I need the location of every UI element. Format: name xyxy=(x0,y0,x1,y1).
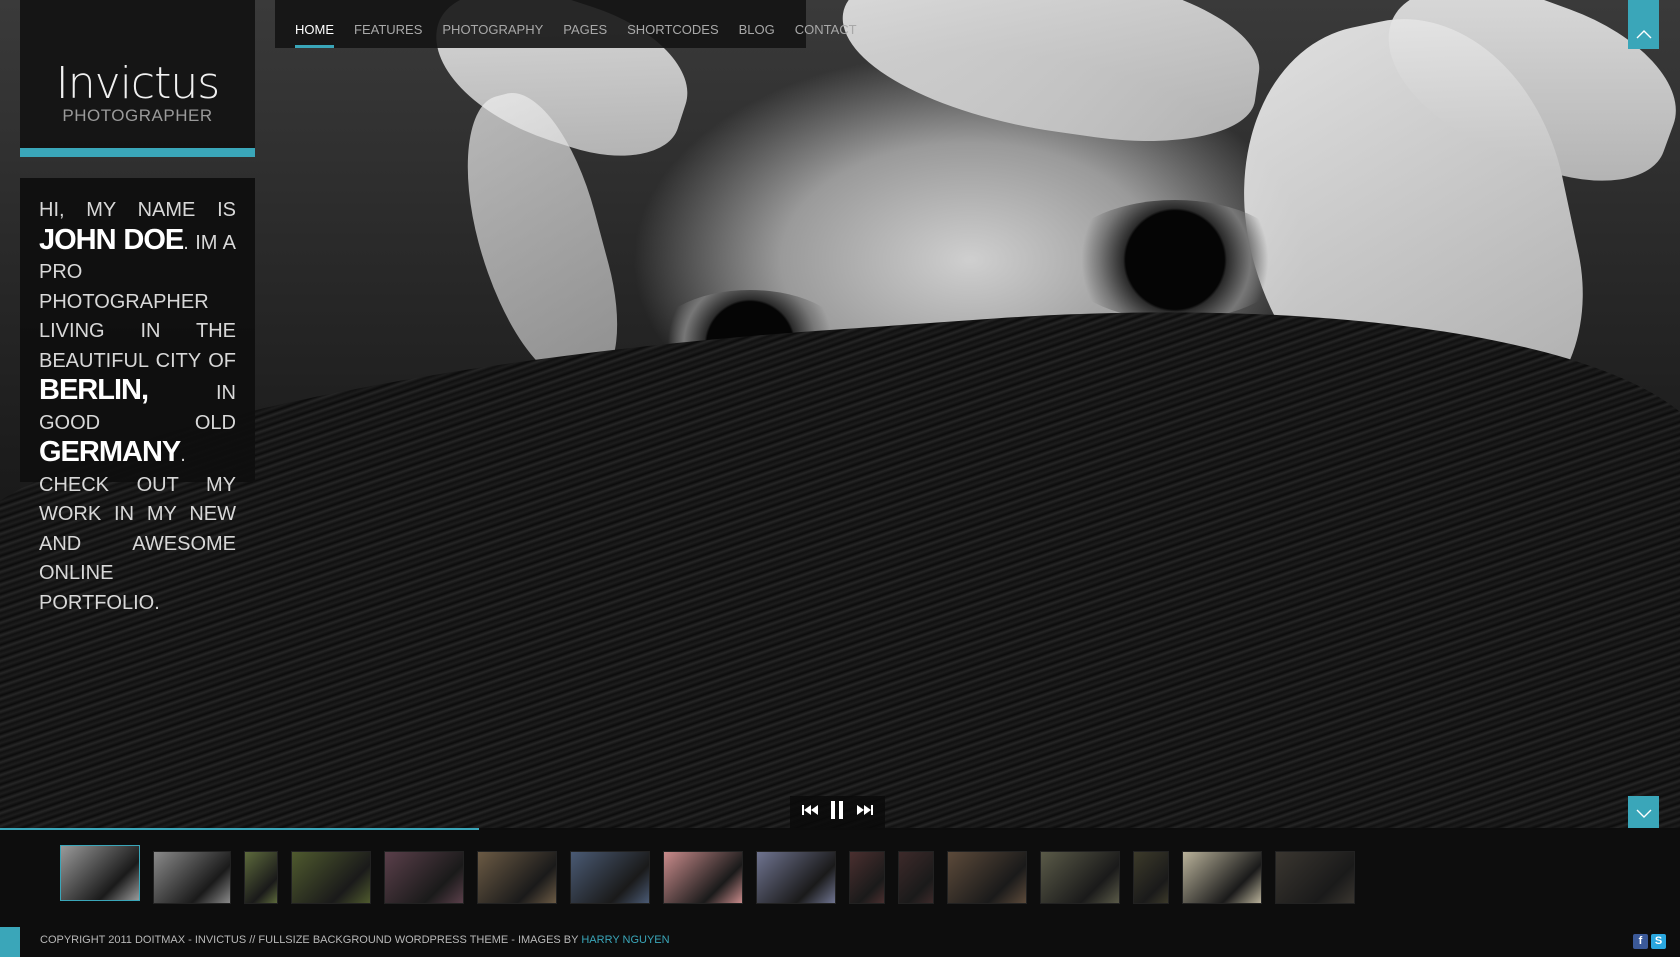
intro-city: BERLIN, xyxy=(39,374,149,406)
photographer-credit-link[interactable]: HARRY NGUYEN xyxy=(581,934,669,946)
nav-item-blog[interactable]: BLOG xyxy=(739,0,775,48)
thumbnail-image xyxy=(571,852,649,903)
intro-country: GERMANY xyxy=(39,436,181,468)
thumbnail-image xyxy=(154,852,230,903)
thumbnail-image xyxy=(664,852,742,903)
thumbnail-item[interactable] xyxy=(60,845,140,901)
slideshow-controls xyxy=(790,796,885,828)
thumbnail-item[interactable] xyxy=(663,851,743,904)
chevron-up-icon xyxy=(1636,30,1651,39)
logo-title: Invictus xyxy=(55,58,220,109)
nav-item-pages[interactable]: PAGES xyxy=(563,0,607,48)
scroll-up-button[interactable] xyxy=(1628,0,1659,49)
thumbnail-image xyxy=(245,852,277,903)
logo-subtitle: PHOTOGRAPHER xyxy=(62,106,213,125)
thumbnail-item[interactable] xyxy=(756,851,836,904)
nav-item-photography[interactable]: PHOTOGRAPHY xyxy=(442,0,543,48)
intro-panel: Hi, my name is JOHN DOE. Im a pro photog… xyxy=(20,178,255,614)
intro-text: Hi, my name is JOHN DOE. Im a pro photog… xyxy=(39,196,236,618)
thumbnail-image xyxy=(757,852,835,903)
thumbnail-item[interactable] xyxy=(1275,851,1355,904)
thumbnail-item[interactable] xyxy=(244,851,278,904)
thumbnail-image xyxy=(1134,852,1168,903)
thumbnail-image xyxy=(292,852,370,903)
thumbnail-item[interactable] xyxy=(291,851,371,904)
thumbnail-image xyxy=(385,852,463,903)
thumbnail-item[interactable] xyxy=(570,851,650,904)
site-logo[interactable]: Invictus PHOTOGRAPHER xyxy=(20,0,255,148)
next-icon[interactable] xyxy=(856,803,873,821)
copyright-text: COPYRIGHT 2011 DOITMAX - INVICTUS // FUL… xyxy=(40,934,670,946)
thumbnail-image xyxy=(850,852,884,903)
intro-text-part: . Check out my work in my new and awesom… xyxy=(39,444,236,614)
thumbnail-item[interactable] xyxy=(1133,851,1169,904)
pause-icon[interactable] xyxy=(830,800,844,824)
thumbnail-item[interactable] xyxy=(477,851,557,904)
logo-accent-bar xyxy=(20,148,255,157)
thumbnail-item[interactable] xyxy=(1182,851,1262,904)
chevron-down-icon xyxy=(1636,809,1651,818)
thumbnail-image xyxy=(478,852,556,903)
footer: COPYRIGHT 2011 DOITMAX - INVICTUS // FUL… xyxy=(0,927,1680,957)
nav-item-shortcodes[interactable]: SHORTCODES xyxy=(627,0,719,48)
skype-icon[interactable]: S xyxy=(1651,934,1666,949)
thumbnail-image xyxy=(1276,852,1354,903)
hide-panel-button[interactable] xyxy=(1628,796,1659,830)
thumbnail-item[interactable] xyxy=(898,851,934,904)
copyright-label: COPYRIGHT 2011 DOITMAX - INVICTUS // FUL… xyxy=(40,934,582,946)
previous-icon[interactable] xyxy=(802,803,819,821)
main-nav: HOME FEATURES PHOTOGRAPHY PAGES SHORTCOD… xyxy=(275,0,857,48)
intro-text-part: Hi, my name is xyxy=(39,199,236,221)
facebook-icon[interactable]: f xyxy=(1633,934,1648,949)
footer-accent xyxy=(0,927,20,957)
nav-item-contact[interactable]: CONTACT xyxy=(795,0,857,48)
nav-item-features[interactable]: FEATURES xyxy=(354,0,422,48)
thumbnail-strip xyxy=(0,830,1680,927)
thumbnail-image xyxy=(948,852,1026,903)
thumbnail-item[interactable] xyxy=(849,851,885,904)
thumbnail-image xyxy=(899,852,933,903)
thumbnail-image xyxy=(61,846,139,900)
thumbnail-item[interactable] xyxy=(153,851,231,904)
intro-name: JOHN DOE xyxy=(39,223,184,256)
thumbnail-item[interactable] xyxy=(384,851,464,904)
thumbnail-item[interactable] xyxy=(947,851,1027,904)
thumbnail-item[interactable] xyxy=(1040,851,1120,904)
thumbnail-image xyxy=(1183,852,1261,903)
nav-item-home[interactable]: HOME xyxy=(295,0,334,48)
thumbnail-image xyxy=(1041,852,1119,903)
